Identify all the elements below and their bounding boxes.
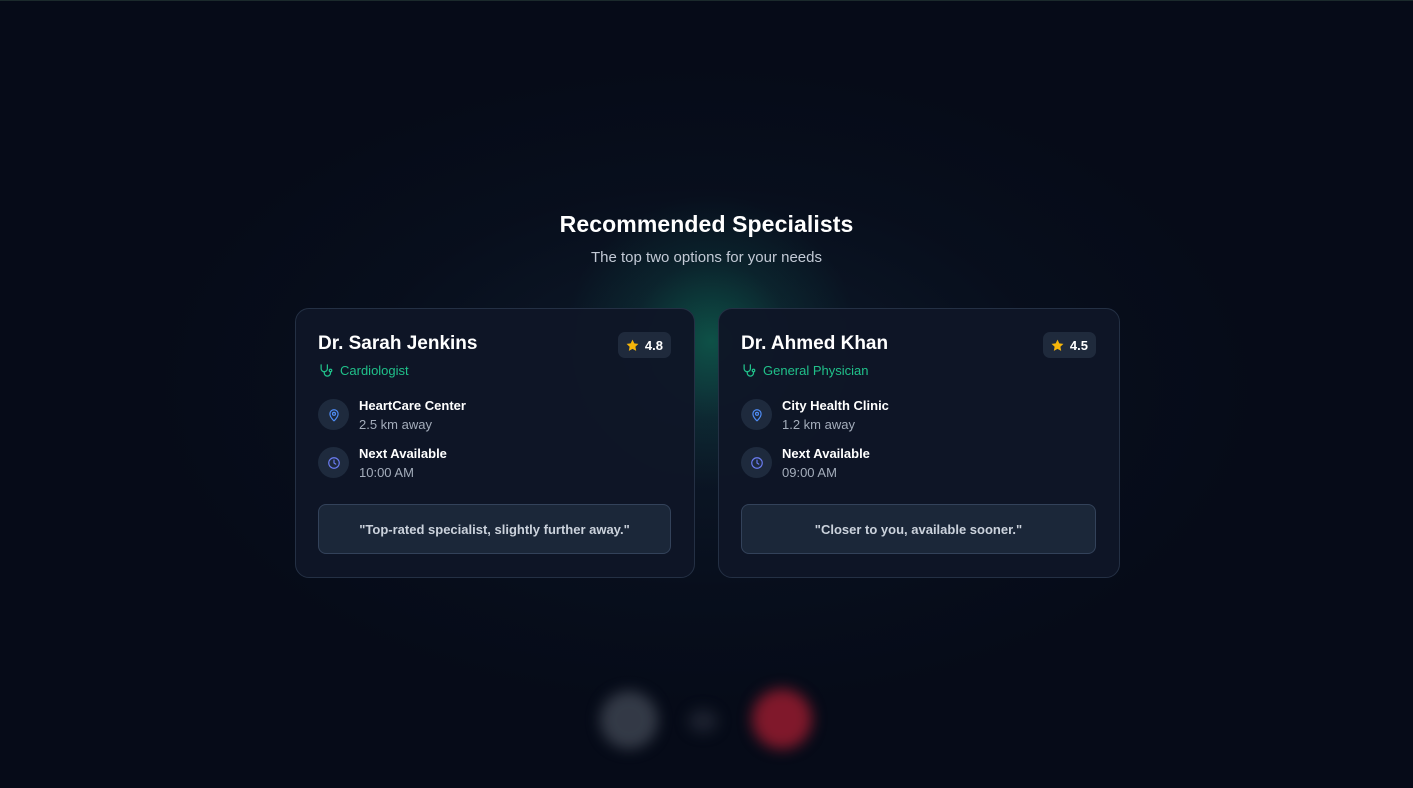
mute-button[interactable] [600, 691, 658, 749]
doctor-name: Dr. Sarah Jenkins [318, 333, 478, 354]
specialist-card[interactable]: Dr. Ahmed Khan 4.5 General Physician Cit… [718, 308, 1120, 578]
specialty-text: Cardiologist [340, 363, 409, 378]
stethoscope-icon [320, 364, 333, 377]
specialty-text: General Physician [763, 363, 869, 378]
availability-icon-wrap [741, 447, 772, 478]
availability-label: Next Available [359, 446, 447, 461]
doctor-name: Dr. Ahmed Khan [741, 333, 889, 354]
location-icon-wrap [741, 399, 772, 430]
recommendation-note: "Closer to you, available sooner." [741, 504, 1096, 554]
star-icon [1051, 339, 1064, 351]
end-call-button[interactable] [752, 689, 812, 749]
location-row: HeartCare Center 2.5 km away [318, 398, 466, 433]
star-icon [626, 339, 639, 351]
clock-icon [327, 456, 340, 469]
rating-value: 4.5 [1069, 337, 1088, 353]
availability-row: Next Available 10:00 AM [318, 446, 447, 481]
clinic-distance: 2.5 km away [359, 417, 432, 432]
availability-time: 10:00 AM [359, 465, 414, 480]
map-pin-icon [328, 408, 339, 421]
recommendations-header: Recommended Specialists The top two opti… [0, 211, 1413, 266]
specialty-label: General Physician [741, 363, 869, 378]
availability-icon-wrap [318, 447, 349, 478]
rating-value: 4.8 [644, 337, 663, 353]
rating-badge: 4.8 [617, 332, 671, 358]
call-status-indicator [688, 709, 718, 733]
recommendation-note: "Top-rated specialist, slightly further … [318, 504, 671, 554]
availability-label: Next Available [782, 446, 870, 461]
clinic-name: City Health Clinic [782, 398, 889, 413]
call-screen: Recommended Specialists The top two opti… [0, 0, 1413, 788]
location-icon-wrap [318, 399, 349, 430]
stethoscope-icon [743, 364, 756, 377]
specialist-card[interactable]: Dr. Sarah Jenkins 4.8 Cardiologist Heart… [295, 308, 695, 578]
clock-icon [750, 456, 763, 469]
availability-time: 09:00 AM [782, 465, 837, 480]
page-title: Recommended Specialists [559, 211, 854, 237]
specialty-label: Cardiologist [318, 363, 409, 378]
clinic-distance: 1.2 km away [782, 417, 855, 432]
availability-row: Next Available 09:00 AM [741, 446, 870, 481]
page-subtitle: The top two options for your needs [591, 249, 822, 266]
location-row: City Health Clinic 1.2 km away [741, 398, 889, 433]
clinic-name: HeartCare Center [359, 398, 466, 413]
rating-badge: 4.5 [1042, 332, 1096, 358]
map-pin-icon [751, 408, 762, 421]
